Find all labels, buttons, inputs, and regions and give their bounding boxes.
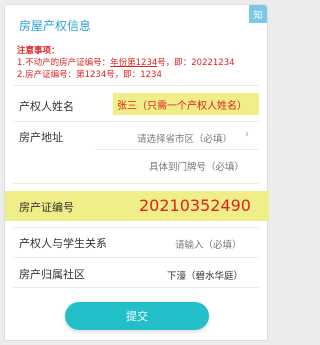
- house-property-card: 房屋产权信息 知 注意事项： 1.不动产的房产证编号：年份第1234号，即：20…: [4, 4, 269, 341]
- corner-badge[interactable]: 知: [249, 5, 267, 23]
- owner-name-value[interactable]: 张三（只需一个产权人姓名）: [117, 97, 247, 112]
- divider: [13, 85, 259, 86]
- section-title: 房屋产权信息: [19, 19, 92, 33]
- address-detail-row[interactable]: 具体到门牌号（必填）: [5, 151, 267, 175]
- owner-name-row[interactable]: 产权人姓名 张三（只需一个产权人姓名）: [5, 93, 267, 117]
- relation-row[interactable]: 产权人与学生关系 请输入（必填）: [5, 229, 267, 253]
- address-label: 房产地址: [19, 131, 63, 144]
- notice-line-1-prefix: 1.不动产的房产证编号：: [17, 58, 111, 68]
- divider: [95, 149, 259, 150]
- relation-input[interactable]: 请输入（必填）: [175, 237, 242, 251]
- relation-label: 产权人与学生关系: [19, 237, 107, 250]
- divider: [13, 121, 259, 122]
- community-label: 房产归属社区: [19, 268, 85, 281]
- divider: [13, 227, 259, 228]
- notice-heading: 注意事项：: [17, 46, 60, 56]
- submit-button[interactable]: 提交: [65, 302, 209, 330]
- cert-number-row[interactable]: 房产证编号 20210352490: [5, 191, 269, 221]
- address-row[interactable]: 房产地址 请选择省市区（必填） ›: [5, 123, 267, 147]
- notice-line-1: 1.不动产的房产证编号：年份第1234号，即：20221234: [17, 57, 263, 69]
- chevron-right-icon: ›: [245, 129, 249, 140]
- address-province-picker[interactable]: 请选择省市区（必填）: [137, 131, 232, 145]
- notice-block: 注意事项： 1.不动产的房产证编号：年份第1234号，即：20221234 2.…: [17, 45, 263, 81]
- notice-line-2: 2.房产证编号：第1234号，即：1234: [17, 70, 162, 80]
- cert-number-value[interactable]: 20210352490: [139, 196, 251, 215]
- cert-number-label: 房产证编号: [19, 201, 74, 214]
- community-value[interactable]: 下濠（碧水华庭）: [167, 268, 243, 282]
- divider: [13, 257, 259, 258]
- community-row[interactable]: 房产归属社区 下濠（碧水华庭）: [5, 259, 267, 283]
- address-detail-input[interactable]: 具体到门牌号（必填）: [149, 159, 244, 173]
- notice-line-1-suffix: 号，即：20221234: [157, 58, 235, 68]
- divider: [13, 287, 259, 288]
- owner-name-label: 产权人姓名: [19, 100, 74, 113]
- divider: [13, 183, 259, 184]
- notice-line-1-underlined: 年份第1234: [110, 58, 158, 68]
